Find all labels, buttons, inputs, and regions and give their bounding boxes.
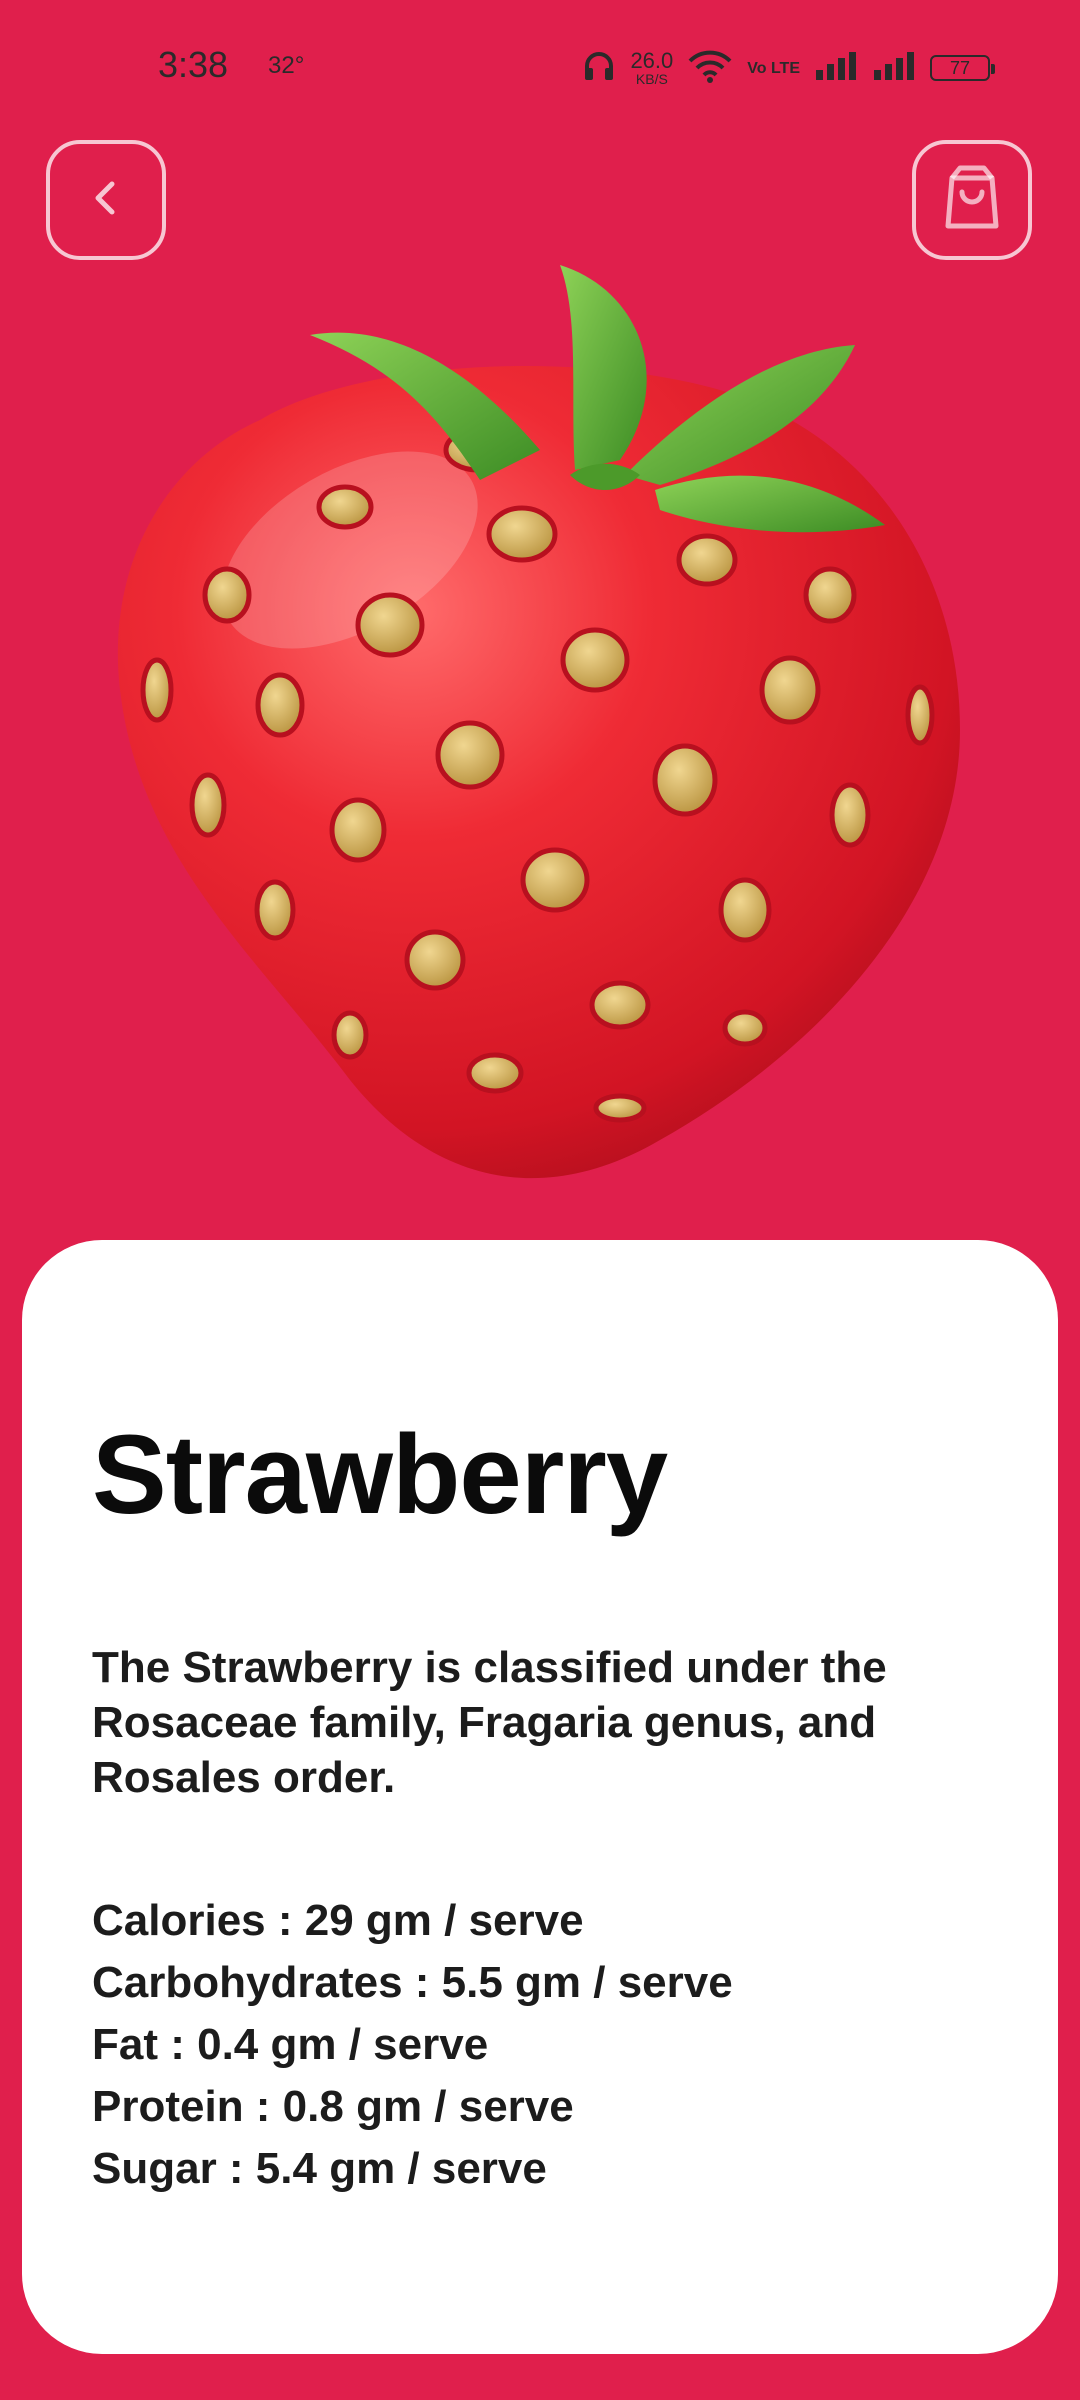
product-description: The Strawberry is classified under the R… [92,1643,887,1802]
shopping-bag-icon [940,164,1004,237]
signal-icon [814,50,858,87]
product-title: Strawberry [92,1412,668,1537]
signal-icon [872,50,916,87]
product-info-card: Strawberry The Strawberry is classified … [22,1240,1058,2354]
nutrition-calories: Calories : 29 gm / serve [92,1896,584,1945]
status-time: 3:38 [158,44,229,85]
nutrition-carbohydrates: Carbohydrates : 5.5 gm / serve [92,1958,733,2007]
chevron-left-icon [84,176,128,225]
network-speed-value: 26.0 [630,48,674,73]
network-speed: 26.0 KB/S [630,48,674,87]
status-temperature: 32° [268,52,305,79]
battery-level: 77 [949,57,971,78]
nutrition-sugar: Sugar : 5.4 gm / serve [92,2144,547,2193]
nutrition-list: Calories : 29 gm / serve Carbohydrates :… [92,1890,733,2200]
back-button[interactable] [46,140,166,260]
status-icons: 26.0 KB/S Vo LTE 77 [582,48,995,88]
nutrition-fat: Fat : 0.4 gm / serve [92,2020,489,2069]
volte-icon: Vo LTE [747,59,800,77]
wifi-icon [687,49,733,88]
headphones-icon [582,49,616,88]
nutrition-protein: Protein : 0.8 gm / serve [92,2082,574,2131]
network-speed-unit: KB/S [635,71,668,87]
status-bar: 3:38 32° 26.0 KB/S Vo LTE 77 [0,0,1080,135]
strawberry-image [100,260,980,1200]
battery-icon: 77 [930,55,995,81]
cart-button[interactable] [912,140,1032,260]
